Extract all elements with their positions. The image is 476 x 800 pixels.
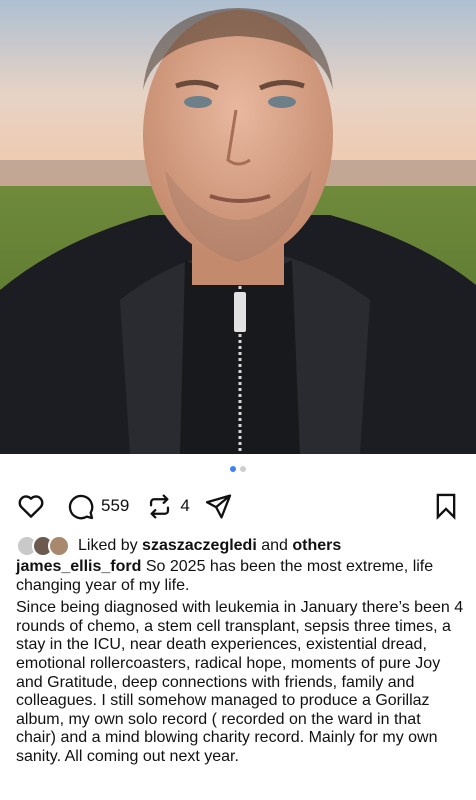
caption-username[interactable]: james_ellis_ford: [16, 558, 141, 575]
post-photo[interactable]: [0, 0, 476, 454]
heart-icon: [18, 495, 44, 518]
comment-button[interactable]: 559: [66, 492, 129, 521]
caption-body: Since being diagnosed with leukemia in J…: [16, 599, 464, 765]
post-actions-bar: 559 4: [16, 490, 460, 522]
repost-count: 4: [180, 496, 190, 515]
repost-button[interactable]: 4: [145, 492, 190, 521]
liked-by-username[interactable]: szaszaczegledi: [142, 537, 257, 555]
comment-icon: [68, 494, 94, 519]
share-icon: [205, 493, 231, 519]
liked-by-and: and: [261, 537, 288, 554]
bookmark-icon: [436, 493, 456, 520]
post-caption: james_ellis_ford So 2025 has been the mo…: [16, 558, 464, 771]
share-button[interactable]: [204, 492, 233, 521]
liked-by-prefix: Liked by: [78, 537, 138, 554]
save-button[interactable]: [432, 491, 460, 521]
liked-by-row[interactable]: Liked by szaszaczegledi and others: [16, 535, 464, 557]
carousel-dot-active: [230, 466, 236, 472]
liker-avatars: [16, 535, 70, 557]
selfie-photo: [0, 0, 476, 454]
comment-count: 559: [101, 496, 130, 515]
avatar: [48, 535, 70, 557]
liked-by-others[interactable]: others: [292, 537, 341, 555]
like-button[interactable]: [16, 491, 46, 521]
caption-intro-line: james_ellis_ford So 2025 has been the mo…: [16, 558, 464, 595]
carousel-indicator: [0, 466, 476, 472]
repost-icon: [150, 493, 170, 519]
carousel-dot: [240, 466, 246, 472]
